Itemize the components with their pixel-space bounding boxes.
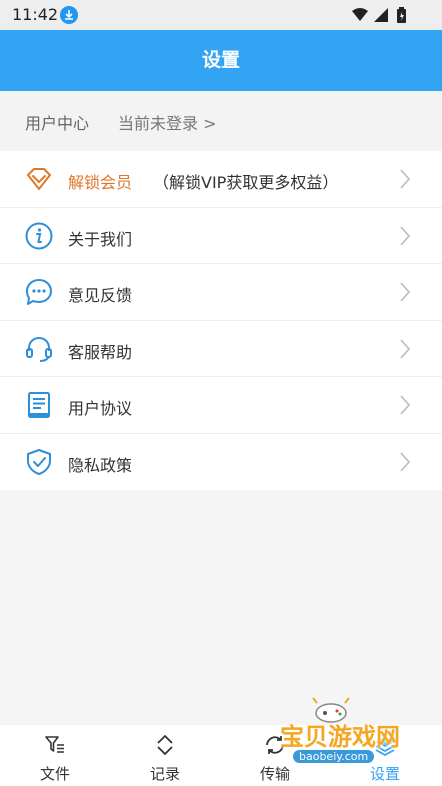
diamond-icon [27,168,51,190]
wifi-icon [352,8,368,21]
menu-item-privacy-policy[interactable]: 隐私政策 [0,434,442,491]
chevron-right-icon [400,225,411,246]
headset-icon [26,336,52,362]
chevron-right-icon [400,169,411,189]
login-link[interactable]: 当前未登录 > [118,110,217,134]
menu-item-label: 关于我们 [68,229,133,249]
menu-item-unlock-vip[interactable]: 解锁会员 （解锁VIP获取更多权益） [0,151,442,208]
menu-item-label: 意见反馈 [68,286,133,305]
user-center-label: 用户中心 [25,114,90,133]
watermark-url: baobeiy.com [293,750,375,763]
watermark: 宝贝游戏网 baobeiy.com [265,695,415,780]
settings-menu: 解锁会员 （解锁VIP获取更多权益） 关于我们 意见反馈 客服帮助 用户协议 隐… [0,151,442,490]
chevron-right-icon [400,395,411,415]
user-center-row[interactable]: 用户中心 当前未登录 > [0,91,442,151]
document-icon [28,392,50,418]
status-time: 11:42 [12,5,59,24]
menu-item-sublabel: （解锁VIP获取更多权益） [153,173,339,192]
filter-list-icon [45,736,64,753]
unfold-icon [157,735,173,755]
chat-bubble-icon [26,279,52,305]
menu-item-label: 隐私政策 [68,455,133,475]
menu-item-label: 用户协议 [68,399,133,418]
status-bar: 11:42 [0,0,442,30]
chevron-right-icon [400,338,411,359]
watermark-text: 宝贝游戏网 [280,723,400,751]
menu-item-label: 解锁会员 [68,173,133,192]
download-icon [60,6,78,24]
menu-item-customer-service[interactable]: 客服帮助 [0,321,442,377]
chevron-right-icon [400,282,411,302]
page-title: 设置 [201,49,240,71]
menu-item-about-us[interactable]: 关于我们 [0,208,442,264]
shield-check-icon [27,448,51,475]
menu-item-user-agreement[interactable]: 用户协议 [0,377,442,434]
app-bar: 设置 [0,30,442,91]
info-icon [25,222,53,249]
tab-label: 记录 [149,765,180,783]
battery-icon [397,7,406,23]
status-icons [350,6,414,28]
chevron-right-icon [400,451,411,472]
signal-icon [374,8,388,22]
tab-records[interactable]: 记录 [110,725,220,786]
tab-files[interactable]: 文件 [0,725,110,786]
menu-item-feedback[interactable]: 意见反馈 [0,264,442,321]
menu-item-label: 客服帮助 [68,342,133,362]
tab-label: 文件 [39,765,70,783]
